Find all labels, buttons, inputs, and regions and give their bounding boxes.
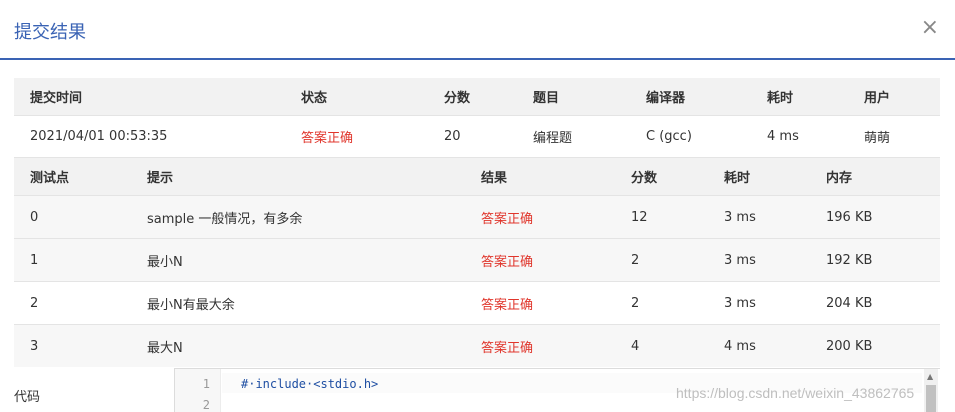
testcase-hint: 最大N bbox=[147, 340, 183, 356]
code-line: #·include·<stdio.h> bbox=[241, 377, 379, 391]
status-badge: 答案正确 bbox=[301, 131, 354, 146]
score: 20 bbox=[444, 129, 461, 144]
code-label: 代码 bbox=[14, 390, 41, 405]
testcase-score: 2 bbox=[631, 252, 640, 268]
testcase-header-row: 测试点 提示 结果 分数 耗时 内存 bbox=[14, 157, 940, 195]
col-memory: 内存 bbox=[826, 171, 853, 186]
testcase-time: 4 ms bbox=[724, 338, 756, 354]
modal-title: 提交结果 bbox=[14, 22, 86, 43]
table-row: 1 最小N 答案正确 2 3 ms 192 KB bbox=[14, 238, 940, 281]
col-time: 耗时 bbox=[767, 91, 794, 106]
watermark: https://blog.csdn.net/weixin_43862765 bbox=[676, 385, 915, 401]
table-row: 3 最大N 答案正确 4 4 ms 200 KB bbox=[14, 324, 940, 367]
user-name[interactable]: 萌萌 bbox=[864, 116, 890, 157]
line-number: 2 bbox=[202, 398, 210, 412]
testcase-memory: 196 KB bbox=[826, 209, 873, 225]
col-time: 耗时 bbox=[724, 171, 751, 186]
time-used: 4 ms bbox=[767, 129, 799, 144]
testcase-hint: 最小N有最大余 bbox=[147, 297, 235, 313]
testcase-time: 3 ms bbox=[724, 209, 756, 225]
col-problem: 题目 bbox=[533, 91, 560, 106]
testcase-time: 3 ms bbox=[724, 252, 756, 268]
testcase-score: 2 bbox=[631, 295, 640, 311]
line-number: 1 bbox=[202, 377, 210, 391]
col-status: 状态 bbox=[301, 91, 328, 106]
col-result: 结果 bbox=[481, 171, 508, 186]
testcase-id: 3 bbox=[30, 338, 39, 354]
col-user: 用户 bbox=[864, 91, 891, 106]
testcase-memory: 200 KB bbox=[826, 338, 873, 354]
scroll-up-arrow-icon[interactable]: ▲ bbox=[927, 372, 933, 381]
col-compiler: 编译器 bbox=[646, 91, 686, 106]
close-icon[interactable]: × bbox=[921, 17, 939, 39]
table-row: 2 最小N有最大余 答案正确 2 3 ms 204 KB bbox=[14, 281, 940, 324]
testcase-memory: 192 KB bbox=[826, 252, 873, 268]
col-hint: 提示 bbox=[147, 171, 174, 186]
col-testcase: 测试点 bbox=[30, 171, 70, 186]
col-score: 分数 bbox=[444, 91, 471, 106]
code-scrollbar[interactable]: ▲ bbox=[924, 369, 938, 412]
testcase-memory: 204 KB bbox=[826, 295, 873, 311]
submission-result-modal: 提交结果 × 提交时间 状态 分数 题目 编译器 耗时 用户 2021/04/0… bbox=[0, 0, 955, 412]
scroll-thumb[interactable] bbox=[926, 385, 936, 412]
compiler: C (gcc) bbox=[646, 129, 692, 144]
testcase-result: 答案正确 bbox=[481, 297, 534, 313]
submit-time: 2021/04/01 00:53:35 bbox=[30, 129, 168, 144]
table-row: 0 sample 一般情况，有多余 答案正确 12 3 ms 196 KB bbox=[14, 195, 940, 238]
testcase-result: 答案正确 bbox=[481, 254, 534, 270]
testcase-id: 0 bbox=[30, 209, 39, 225]
problem-link[interactable]: 编程题 bbox=[533, 116, 572, 157]
testcase-id: 2 bbox=[30, 295, 39, 311]
testcase-score: 12 bbox=[631, 209, 648, 225]
testcase-result: 答案正确 bbox=[481, 340, 534, 356]
summary-row: 2021/04/01 00:53:35 答案正确 20 编程题 C (gcc) … bbox=[14, 115, 940, 157]
modal-header: 提交结果 × bbox=[0, 0, 955, 60]
testcase-id: 1 bbox=[30, 252, 39, 268]
testcase-hint: sample 一般情况，有多余 bbox=[147, 211, 303, 227]
testcase-result: 答案正确 bbox=[481, 211, 534, 227]
col-submit-time: 提交时间 bbox=[30, 91, 83, 106]
testcase-time: 3 ms bbox=[724, 295, 756, 311]
testcase-hint: 最小N bbox=[147, 254, 183, 270]
testcase-score: 4 bbox=[631, 338, 640, 354]
summary-header-row: 提交时间 状态 分数 题目 编译器 耗时 用户 bbox=[14, 78, 940, 115]
line-number-gutter: 1 2 bbox=[175, 369, 221, 412]
col-score: 分数 bbox=[631, 171, 658, 186]
